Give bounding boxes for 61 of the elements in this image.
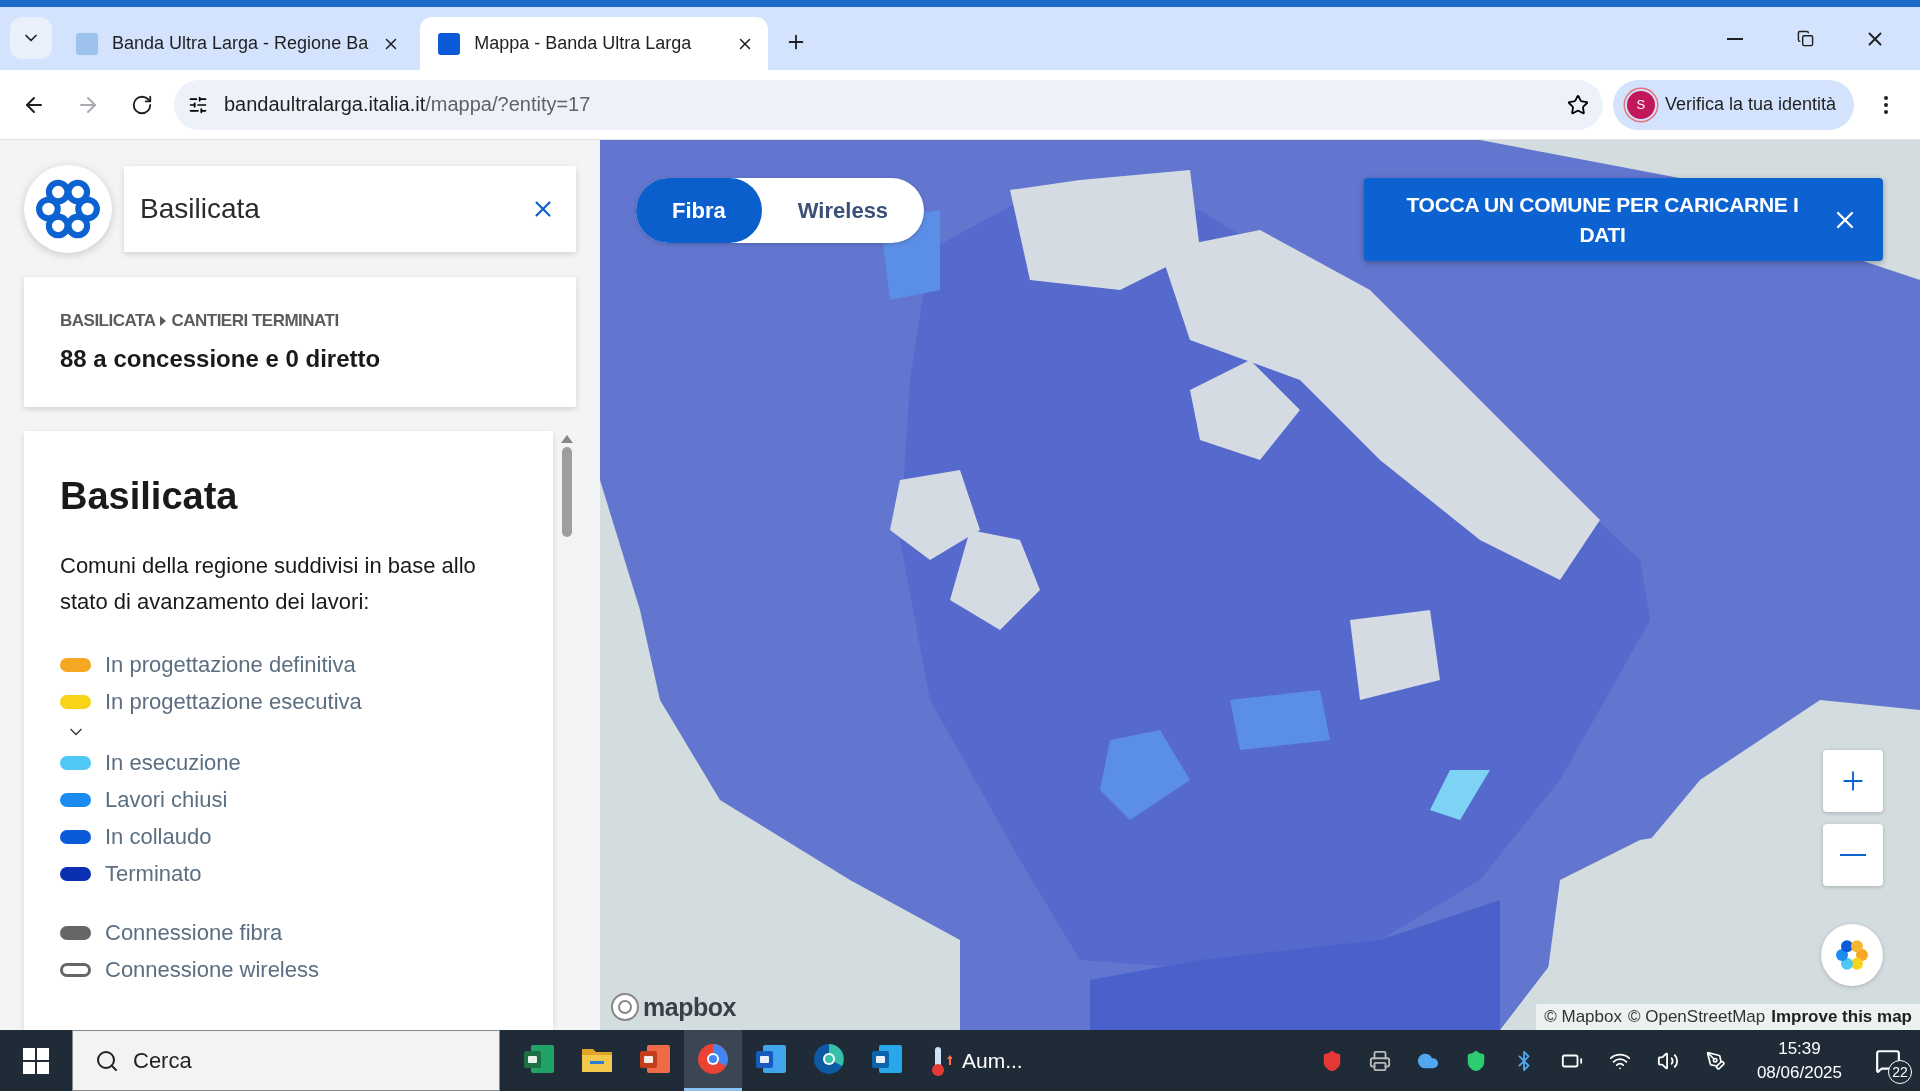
- notifications-button[interactable]: 22: [1862, 1035, 1914, 1086]
- thermometer-icon: [930, 1044, 952, 1077]
- browser-tab[interactable]: Mappa - Banda Ultra Larga: [420, 17, 769, 70]
- map-logo-text[interactable]: mapbox: [643, 992, 736, 1022]
- ring-app-icon: [697, 1043, 729, 1075]
- weather-widget[interactable]: Aum...: [916, 1030, 1037, 1091]
- caret-icon: [159, 315, 168, 327]
- minimize-icon: [1727, 37, 1743, 40]
- browser-tab[interactable]: Banda Ultra Larga - Regione Ba: [58, 17, 415, 70]
- taskbar-app[interactable]: [684, 1030, 742, 1091]
- flower-icon: [1834, 937, 1870, 973]
- legend-label: In esecuzione: [105, 749, 241, 776]
- mode-option[interactable]: Wireless: [761, 178, 925, 243]
- legend-label: Lavori chiusi: [105, 786, 228, 813]
- document-app-icon: [639, 1044, 671, 1074]
- attribution-link[interactable]: © OpenStreetMap: [1627, 1007, 1766, 1027]
- hint-text: TOCCA UN COMUNE PER CARICARNE I DATI: [1405, 191, 1800, 248]
- notification-count: 22: [1888, 1059, 1912, 1084]
- search-field[interactable]: Basilicata: [124, 166, 576, 252]
- document-app-icon: [523, 1044, 555, 1074]
- legend-description: Comuni della regione suddivisi in base allo stato di avanzamento dei lavori:: [60, 552, 477, 616]
- legend-title: Basilicata: [60, 475, 239, 518]
- search-icon: [95, 1048, 119, 1073]
- wave-app-icon: [813, 1043, 845, 1075]
- taskbar-search-field[interactable]: Cerca: [72, 1030, 500, 1091]
- profile-button[interactable]: S Verifica la tua identità: [1612, 79, 1854, 130]
- bookmark-star-icon[interactable]: [1566, 93, 1589, 116]
- legend-label: In progettazione esecutiva: [105, 688, 362, 715]
- time-text: 15:39: [1778, 1037, 1821, 1060]
- printer-icon: [1368, 1049, 1391, 1072]
- restore-icon: [1796, 30, 1814, 47]
- breadcrumb-item: BASILICATA: [60, 311, 156, 331]
- reload-icon: [131, 93, 153, 116]
- attribution-link[interactable]: © Mapbox: [1544, 1007, 1622, 1027]
- legend-label: In progettazione definitiva: [105, 651, 356, 678]
- scrollbar-thumb[interactable]: [562, 447, 572, 537]
- address-bar[interactable]: bandaultralarga.italia.it/mappa/?entity=17: [174, 79, 1603, 130]
- minus-icon: [1840, 854, 1866, 856]
- scroll-up-icon[interactable]: [561, 435, 573, 443]
- document-app-icon: [871, 1044, 903, 1074]
- legend-label: Terminato: [105, 860, 202, 887]
- legend-label: In collaudo: [105, 823, 212, 850]
- windows-icon: [23, 1047, 49, 1074]
- more-icon: [1884, 95, 1888, 114]
- legend-label: Connessione wireless: [105, 956, 319, 983]
- summary-text: 88 a concessione e 0 diretto: [60, 345, 382, 373]
- legend-label: Connessione fibra: [105, 919, 283, 946]
- logo-button[interactable]: [24, 165, 112, 253]
- avatar: S: [1626, 90, 1655, 119]
- breadcrumb-item: CANTIERI TERMINATI: [171, 311, 339, 331]
- pen-icon: [1705, 1050, 1726, 1071]
- date-text: 08/06/2025: [1756, 1061, 1842, 1084]
- document-app-icon: [755, 1044, 787, 1074]
- search-placeholder: Cerca: [133, 1047, 192, 1074]
- favicon-icon: [76, 32, 98, 55]
- mode-option[interactable]: Fibra: [636, 178, 762, 243]
- improve-map-link[interactable]: Improve this map: [1771, 1007, 1912, 1027]
- url-text: bandaultralarga.italia.it/mappa/?entity=17: [224, 93, 591, 116]
- clock[interactable]: 15:39 08/06/2025: [1742, 1036, 1856, 1085]
- site-settings-icon[interactable]: [188, 94, 208, 115]
- favicon-icon: [438, 32, 461, 55]
